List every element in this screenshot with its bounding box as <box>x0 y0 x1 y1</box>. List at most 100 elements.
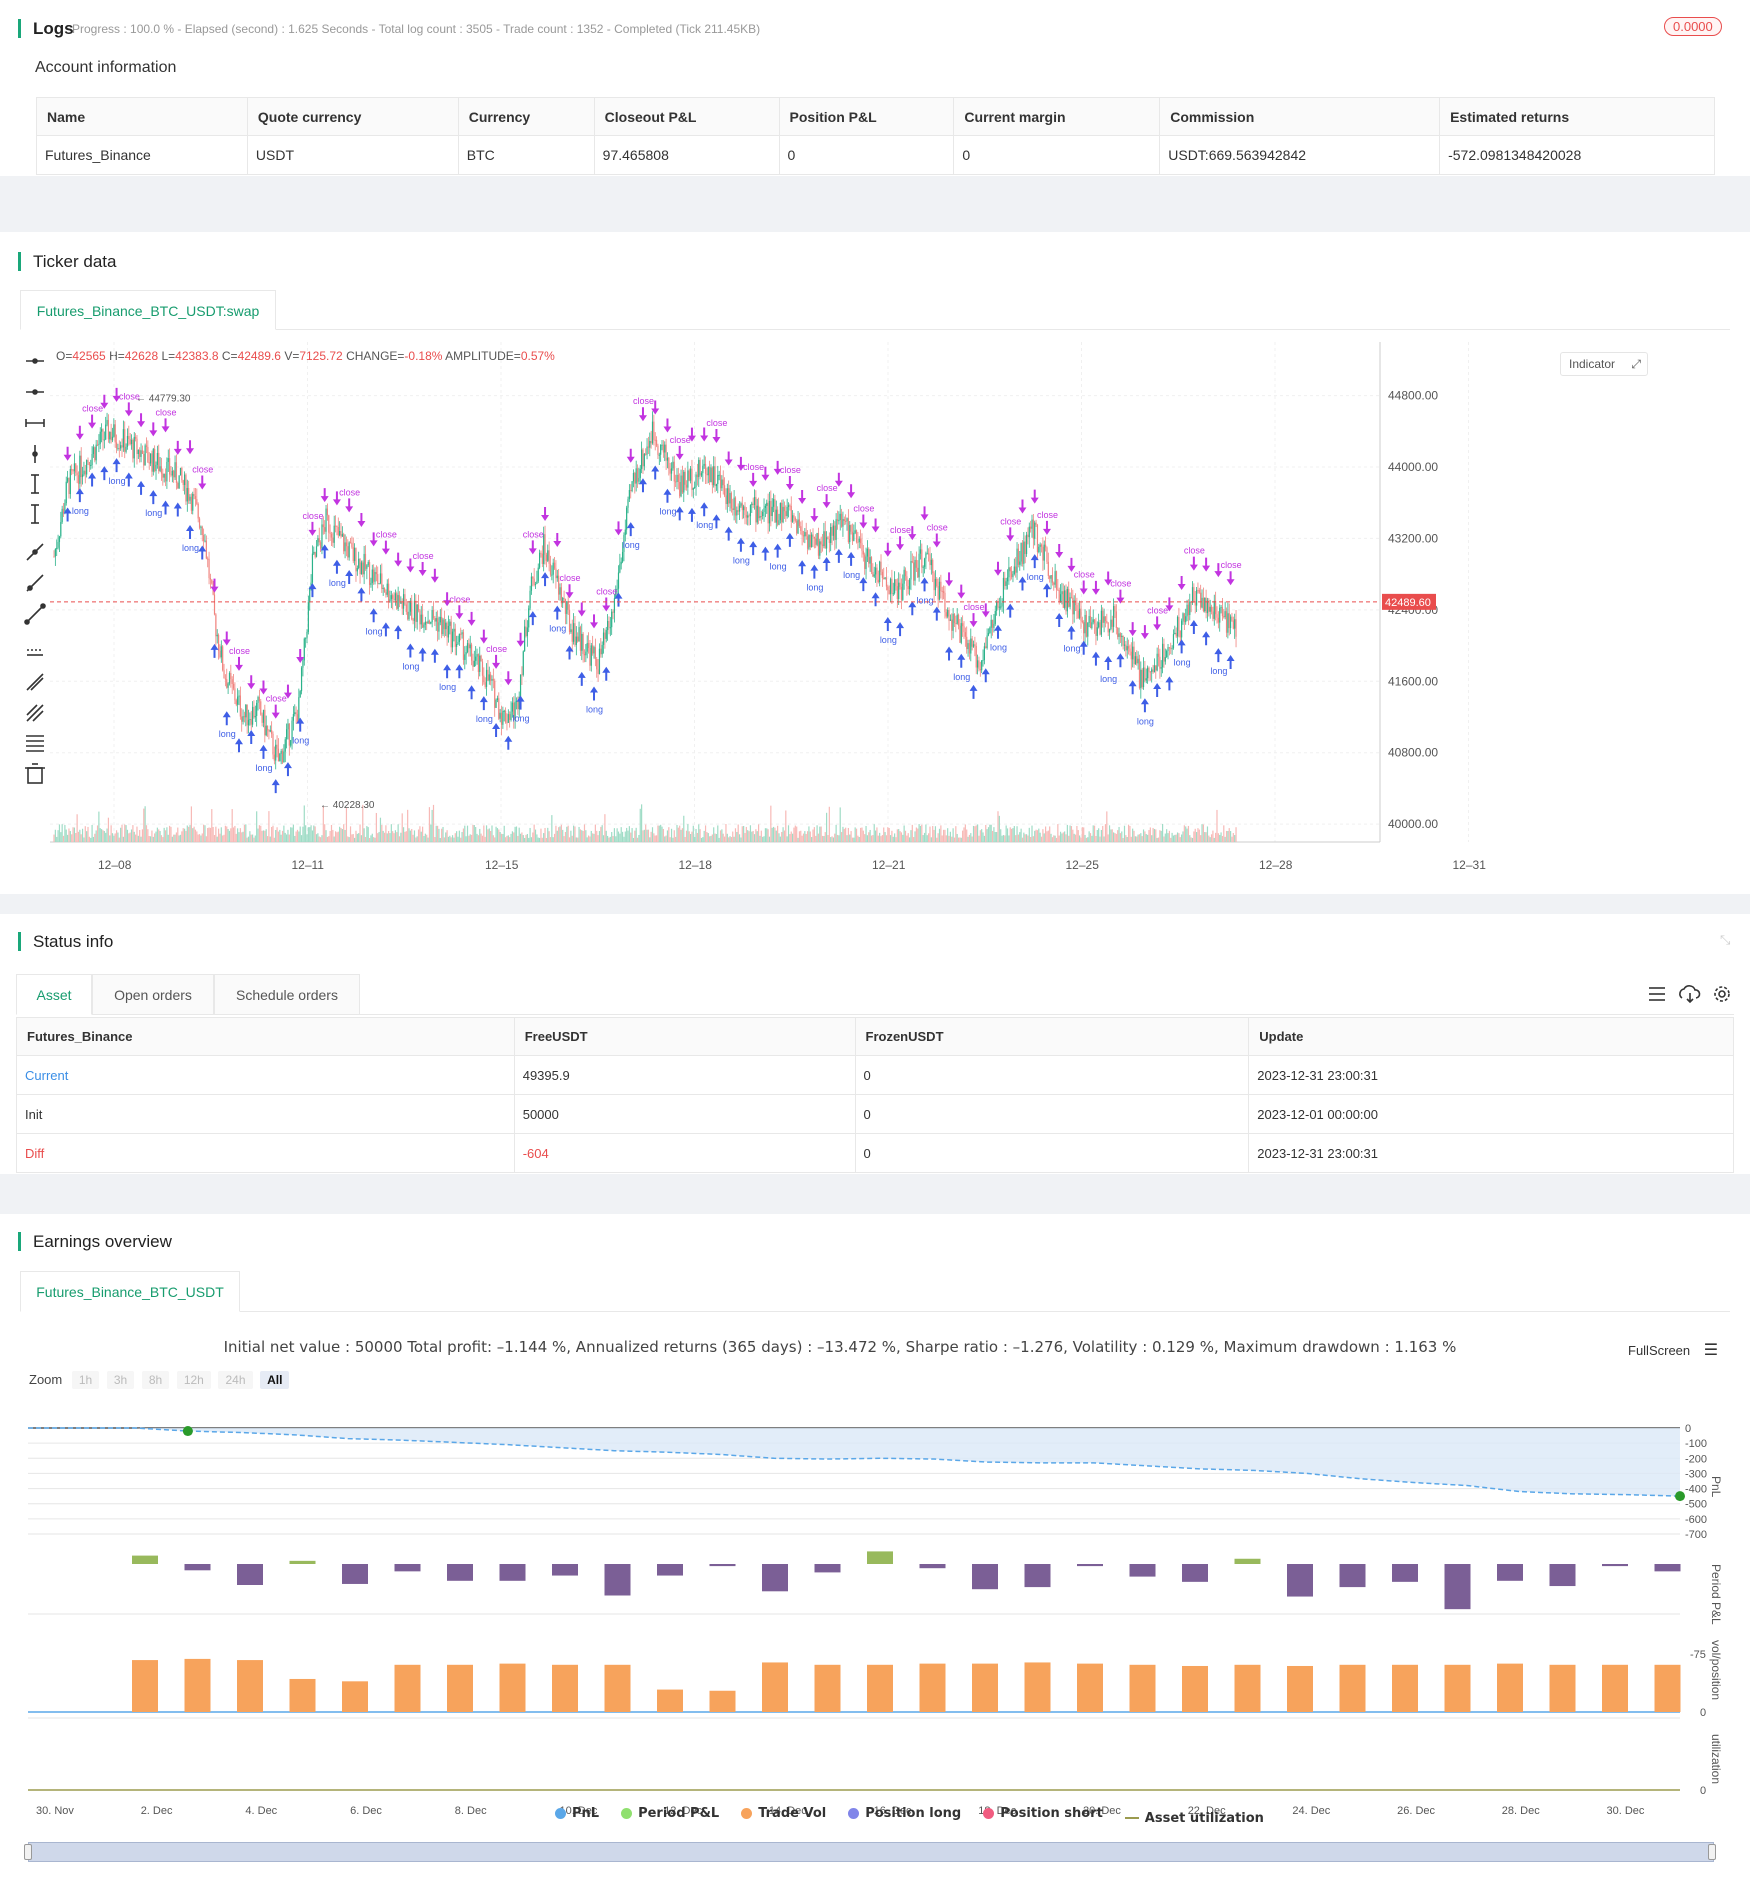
volume-bar <box>1170 837 1172 842</box>
volume-bar <box>193 826 195 842</box>
volume-bar <box>398 836 401 842</box>
volume-bar <box>178 835 180 842</box>
zoom-1h[interactable]: 1h <box>71 1371 100 1389</box>
volume-bar <box>602 835 605 842</box>
tab-schedule-orders[interactable]: Schedule orders <box>214 974 360 1015</box>
volume-bar <box>792 833 794 842</box>
volume-bar <box>196 831 198 842</box>
legend-item[interactable]: Asset utilization <box>1124 1811 1264 1826</box>
volume-bar <box>332 829 334 842</box>
candle-body <box>858 538 860 543</box>
volume-bar <box>1205 832 1207 842</box>
candle-body <box>250 719 252 725</box>
navigator-handle-left[interactable] <box>24 1844 32 1860</box>
volume-bar <box>1040 836 1043 842</box>
current-price-label: 42489.60 <box>1385 597 1431 609</box>
ticker-tab-swap[interactable]: Futures_Binance_BTC_USDT:swap <box>20 290 276 330</box>
candle-body <box>105 424 107 440</box>
volume-bar <box>990 824 992 842</box>
candle-body <box>589 648 591 666</box>
menu-icon[interactable]: ☰ <box>1704 1342 1718 1359</box>
volume-bar <box>209 827 212 842</box>
candle-body <box>809 534 811 547</box>
list-icon[interactable] <box>1649 987 1665 1001</box>
candle-body <box>738 505 741 512</box>
navigator-bar[interactable] <box>28 1842 1714 1862</box>
volume-bar <box>868 832 870 842</box>
candle-body <box>251 706 254 725</box>
volume-bar <box>903 825 905 842</box>
candle-body <box>140 450 142 457</box>
volume-bar <box>407 809 409 842</box>
volume-bar <box>80 834 82 842</box>
candle-body <box>937 586 939 600</box>
volume-bar <box>344 829 346 842</box>
legend-item[interactable]: Position long <box>848 1806 961 1821</box>
volume-bar <box>764 828 766 842</box>
close-marker-arrow <box>1189 556 1198 571</box>
legend-item[interactable]: Trade Vol <box>741 1806 826 1821</box>
candle-body <box>1104 616 1107 621</box>
candle-body <box>681 475 684 493</box>
candle-body <box>868 548 870 564</box>
candle-body <box>729 492 731 504</box>
volume-bar <box>143 808 145 842</box>
navigator-handle-right[interactable] <box>1708 1844 1716 1860</box>
volume-bar <box>585 830 587 842</box>
volume-bar <box>261 830 263 842</box>
candle-body <box>496 698 499 700</box>
candle-body <box>197 503 199 519</box>
earnings-tab[interactable]: Futures_Binance_BTC_USDT <box>20 1271 240 1312</box>
close-marker-arrow <box>1202 557 1211 572</box>
candle-body <box>586 642 588 652</box>
candle-body <box>845 520 847 522</box>
zoom-8h[interactable]: 8h <box>141 1371 170 1389</box>
zoom-24h[interactable]: 24h <box>218 1371 253 1389</box>
candle-body <box>529 590 531 609</box>
volume-bar <box>889 835 892 842</box>
close-marker-arrow <box>614 521 623 536</box>
candle-body <box>1062 591 1064 608</box>
volume-bar <box>1137 834 1139 842</box>
volume-bar <box>549 837 552 842</box>
volume-bar <box>816 825 818 842</box>
long-marker-arrow <box>724 526 733 541</box>
long-marker-label: long <box>586 705 603 715</box>
collapse-icon[interactable]: ⤡ <box>1720 932 1730 948</box>
period-pnl-bar <box>1287 1564 1313 1597</box>
candle-body <box>506 722 508 724</box>
volume-bar <box>94 833 96 842</box>
volume-bar <box>519 833 522 842</box>
trade-vol-bar <box>1024 1662 1051 1712</box>
volume-bar <box>643 829 645 842</box>
tab-open-orders[interactable]: Open orders <box>92 974 214 1015</box>
volume-bar <box>447 836 450 842</box>
settings-icon[interactable] <box>1714 986 1730 1002</box>
candle-body <box>669 468 671 474</box>
legend-item[interactable]: PnL <box>555 1806 599 1821</box>
account-col-header: Quote currency <box>246 97 459 136</box>
tab-asset[interactable]: Asset <box>16 974 92 1015</box>
candle-body <box>228 672 231 684</box>
cloud-download-icon[interactable] <box>1679 985 1701 1004</box>
long-marker-label: long <box>145 508 162 518</box>
fullscreen-button[interactable]: FullScreen ☰ <box>1628 1340 1718 1360</box>
candle-body <box>1191 587 1194 603</box>
legend-item[interactable]: Position short <box>983 1806 1103 1821</box>
candle-body <box>687 470 689 488</box>
volume-bar <box>926 835 928 842</box>
candle-body <box>621 552 624 562</box>
zoom-all[interactable]: All <box>260 1371 290 1389</box>
zoom-3h[interactable]: 3h <box>106 1371 135 1389</box>
long-marker-arrow <box>700 502 709 517</box>
candle-body <box>201 526 203 535</box>
candle-body <box>895 579 897 587</box>
candlestick-chart[interactable]: 44800.0044000.0043200.0042400.0041600.00… <box>50 342 1750 882</box>
zoom-12h[interactable]: 12h <box>176 1371 211 1389</box>
candle-body <box>972 644 975 647</box>
legend-label: PnL <box>572 1806 600 1821</box>
legend-item[interactable]: Period P&L <box>621 1806 719 1821</box>
volume-bar <box>1104 824 1107 842</box>
account-cell: 0 <box>953 135 1161 175</box>
volume-bar <box>1219 834 1221 842</box>
